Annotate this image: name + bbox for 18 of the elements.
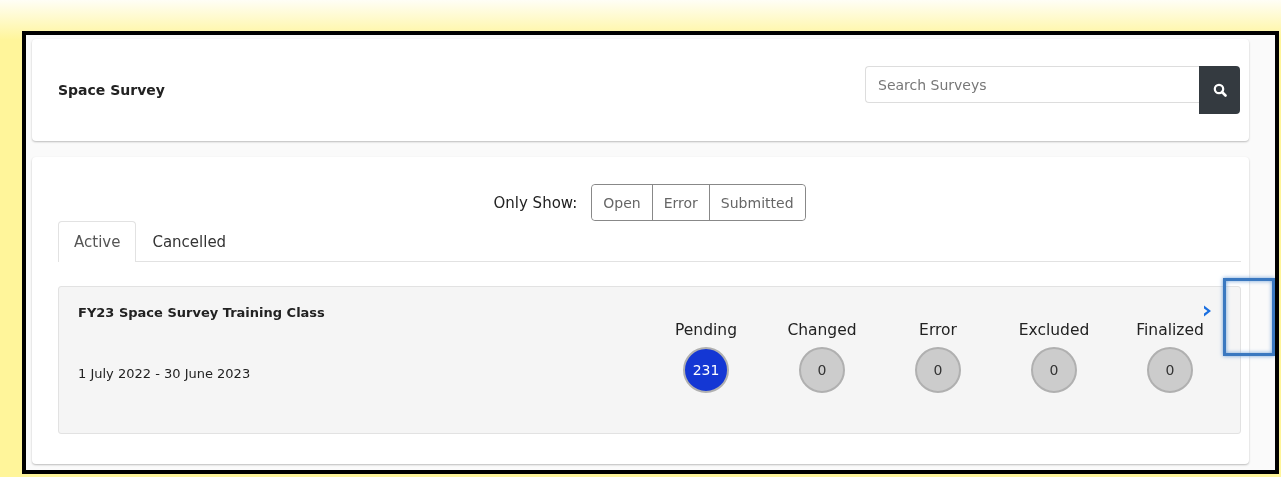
count-badge: 0 <box>1031 347 1077 393</box>
count-badge: 0 <box>915 347 961 393</box>
count-badge: 0 <box>1147 347 1193 393</box>
filter-button[interactable]: Submitted <box>708 185 805 220</box>
status-label: Pending <box>675 321 737 339</box>
count-badge: 0 <box>799 347 845 393</box>
count-badge: 231 <box>683 347 729 393</box>
filter-label: Only Show: <box>493 193 578 212</box>
search-field[interactable]: Search Surveys <box>865 66 1199 103</box>
status-label: Changed <box>787 321 857 339</box>
tab[interactable]: Cancelled <box>136 221 243 262</box>
tab[interactable]: Active <box>58 221 137 262</box>
page-title: Space Survey <box>58 82 165 98</box>
status-label: Finalized <box>1136 321 1204 339</box>
survey-title: FY23 Space Survey Training Class <box>78 305 325 320</box>
status-label: Error <box>919 321 957 339</box>
survey-dates: 1 July 2022 - 30 June 2023 <box>78 366 252 381</box>
status-label: Excluded <box>1018 321 1090 339</box>
